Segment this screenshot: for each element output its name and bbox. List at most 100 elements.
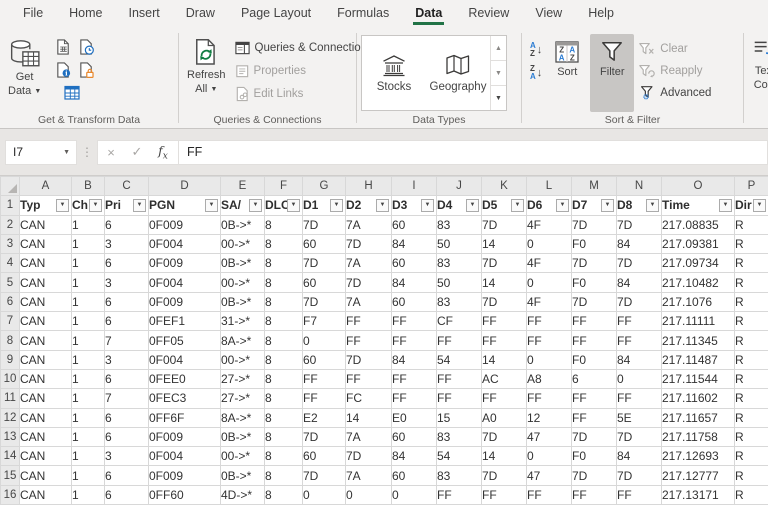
- cell-O6[interactable]: 217.1076: [661, 291, 735, 313]
- gallery-scroll-down-button[interactable]: ▼: [491, 61, 506, 86]
- get-data-button[interactable]: Get Data ▼: [4, 33, 45, 111]
- cell-H6[interactable]: 7A: [345, 291, 392, 313]
- cell-I1[interactable]: D3 ▼: [391, 195, 437, 216]
- cell-C1[interactable]: Pri ▼: [104, 195, 149, 216]
- cell-O12[interactable]: 217.11657: [661, 407, 735, 428]
- cell-J15[interactable]: 83: [436, 465, 482, 486]
- cell-G15[interactable]: 7D: [302, 465, 346, 486]
- cell-P9[interactable]: R: [734, 349, 768, 370]
- cell-E10[interactable]: 27->*: [220, 368, 265, 390]
- tab-formulas[interactable]: Formulas: [324, 0, 402, 28]
- cell-I16[interactable]: 0: [391, 484, 437, 505]
- cell-N14[interactable]: 84: [616, 446, 662, 467]
- cell-N12[interactable]: 5E: [616, 407, 662, 428]
- filter-dropdown-K[interactable]: ▼: [511, 198, 524, 212]
- cell-G2[interactable]: 7D: [302, 214, 346, 235]
- column-header-M[interactable]: M: [571, 175, 617, 197]
- cell-K7[interactable]: FF: [481, 311, 527, 332]
- cell-I10[interactable]: FF: [391, 368, 437, 390]
- column-header-A[interactable]: A: [19, 175, 72, 197]
- cell-E9[interactable]: 00->*: [220, 349, 265, 370]
- cell-B2[interactable]: 1: [71, 214, 105, 235]
- filter-dropdown-P[interactable]: ▼: [753, 198, 766, 212]
- cell-E5[interactable]: 00->*: [220, 272, 265, 293]
- cell-O7[interactable]: 217.11111: [661, 311, 735, 332]
- cell-M15[interactable]: 7D: [571, 465, 617, 486]
- cell-F1[interactable]: DLC ▼: [264, 195, 303, 216]
- tab-page-layout[interactable]: Page Layout: [228, 0, 324, 28]
- cell-O10[interactable]: 217.11544: [661, 368, 735, 390]
- cell-O16[interactable]: 217.13171: [661, 484, 735, 505]
- cell-H11[interactable]: FC: [345, 388, 392, 409]
- cell-H10[interactable]: FF: [345, 368, 392, 390]
- cell-K8[interactable]: FF: [481, 330, 527, 351]
- cell-D9[interactable]: 0F004: [148, 349, 221, 370]
- cell-J6[interactable]: 83: [436, 291, 482, 313]
- cell-K5[interactable]: 14: [481, 272, 527, 293]
- cell-E12[interactable]: 8A->*: [220, 407, 265, 428]
- recent-sources-icon[interactable]: [76, 36, 96, 58]
- cell-H7[interactable]: FF: [345, 311, 392, 332]
- cell-G12[interactable]: E2: [302, 407, 346, 428]
- cell-D15[interactable]: 0F009: [148, 465, 221, 486]
- column-header-D[interactable]: D: [148, 175, 221, 197]
- cell-I5[interactable]: 84: [391, 272, 437, 293]
- cell-L3[interactable]: 0: [526, 233, 572, 255]
- cell-B6[interactable]: 1: [71, 291, 105, 313]
- tab-data[interactable]: Data: [402, 0, 455, 28]
- cell-H1[interactable]: D2 ▼: [345, 195, 392, 216]
- cell-L4[interactable]: 4F: [526, 253, 572, 274]
- cell-H4[interactable]: 7A: [345, 253, 392, 274]
- cell-I13[interactable]: 60: [391, 426, 437, 448]
- cell-G11[interactable]: FF: [302, 388, 346, 409]
- cell-C2[interactable]: 6: [104, 214, 149, 235]
- cell-C15[interactable]: 6: [104, 465, 149, 486]
- cell-J2[interactable]: 83: [436, 214, 482, 235]
- filter-dropdown-F[interactable]: ▼: [287, 198, 300, 212]
- cell-G9[interactable]: 60: [302, 349, 346, 370]
- cell-C14[interactable]: 3: [104, 446, 149, 467]
- geography-button[interactable]: Geography: [426, 36, 490, 110]
- filter-dropdown-C[interactable]: ▼: [133, 198, 146, 212]
- from-table-range-icon[interactable]: [63, 82, 81, 104]
- cell-F13[interactable]: 8: [264, 426, 303, 448]
- cell-I11[interactable]: FF: [391, 388, 437, 409]
- filter-dropdown-G[interactable]: ▼: [330, 198, 343, 212]
- cell-K12[interactable]: A0: [481, 407, 527, 428]
- cell-B12[interactable]: 1: [71, 407, 105, 428]
- cell-P15[interactable]: R: [734, 465, 768, 486]
- filter-dropdown-D[interactable]: ▼: [205, 198, 218, 212]
- cell-E16[interactable]: 4D->*: [220, 484, 265, 505]
- cell-P5[interactable]: R: [734, 272, 768, 293]
- cell-A3[interactable]: CAN: [19, 233, 72, 255]
- row-header-7[interactable]: 7: [0, 311, 20, 332]
- cell-J11[interactable]: FF: [436, 388, 482, 409]
- cell-J5[interactable]: 50: [436, 272, 482, 293]
- cell-F11[interactable]: 8: [264, 388, 303, 409]
- cell-A12[interactable]: CAN: [19, 407, 72, 428]
- cell-G8[interactable]: 0: [302, 330, 346, 351]
- cell-B16[interactable]: 1: [71, 484, 105, 505]
- column-header-N[interactable]: N: [616, 175, 662, 197]
- cell-I9[interactable]: 84: [391, 349, 437, 370]
- cell-A13[interactable]: CAN: [19, 426, 72, 448]
- refresh-all-button[interactable]: Refresh All ▼: [183, 33, 230, 111]
- cell-J14[interactable]: 54: [436, 446, 482, 467]
- cell-B10[interactable]: 1: [71, 368, 105, 390]
- cell-P16[interactable]: R: [734, 484, 768, 505]
- cell-K6[interactable]: 7D: [481, 291, 527, 313]
- cell-E13[interactable]: 0B->*: [220, 426, 265, 448]
- row-header-4[interactable]: 4: [0, 253, 20, 274]
- text-to-columns-button[interactable]: Text Colu: [748, 33, 768, 111]
- from-web-icon[interactable]: i: [53, 59, 73, 81]
- cell-N11[interactable]: FF: [616, 388, 662, 409]
- cell-M10[interactable]: 6: [571, 368, 617, 390]
- cell-M11[interactable]: FF: [571, 388, 617, 409]
- cell-I3[interactable]: 84: [391, 233, 437, 255]
- cell-A5[interactable]: CAN: [19, 272, 72, 293]
- filter-button[interactable]: Filter: [590, 34, 635, 112]
- cell-D1[interactable]: PGN ▼: [148, 195, 221, 216]
- row-header-10[interactable]: 10: [0, 368, 20, 390]
- cell-O5[interactable]: 217.10482: [661, 272, 735, 293]
- cell-D8[interactable]: 0FF05: [148, 330, 221, 351]
